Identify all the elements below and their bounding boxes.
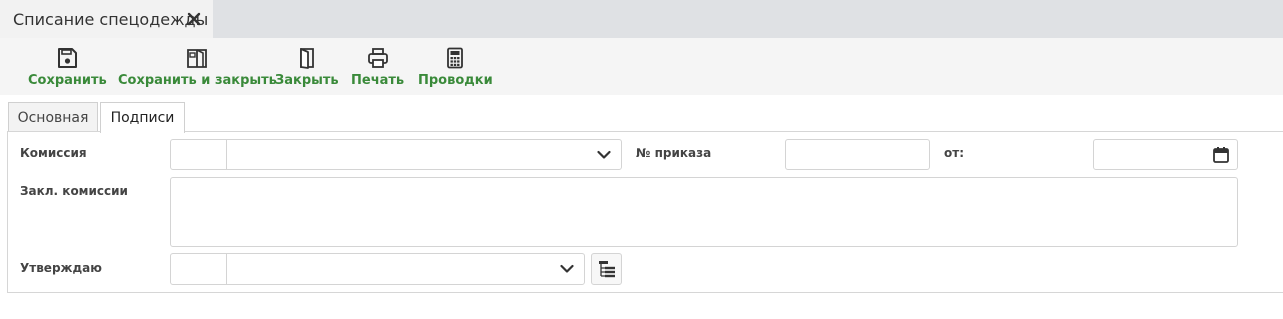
tree-icon — [599, 261, 615, 278]
document-tab[interactable]: Списание спецодежды — [0, 0, 213, 38]
save-and-close-icon — [187, 49, 208, 68]
print-button[interactable]: Печать — [351, 38, 404, 95]
document-tab-title: Списание спецодежды — [13, 9, 209, 29]
commission-label: Комиссия — [20, 146, 87, 160]
commission-code-input[interactable] — [171, 140, 227, 169]
approve-label: Утверждаю — [20, 261, 102, 275]
order-date-label: от: — [944, 146, 964, 160]
approve-code-input[interactable] — [171, 254, 227, 284]
order-number-input[interactable] — [785, 139, 930, 170]
tree-select-button[interactable] — [591, 253, 622, 285]
calculator-icon — [447, 47, 464, 69]
save-label: Сохранить — [28, 73, 107, 88]
document-tabbar: Списание спецодежды — [0, 0, 1283, 38]
order-number-label: № приказа — [636, 146, 712, 160]
save-and-close-label: Сохранить и закрыть — [118, 73, 277, 88]
conclusion-label: Закл. комиссии — [20, 184, 128, 198]
chevron-down-icon[interactable] — [560, 264, 574, 274]
order-date-input[interactable] — [1093, 139, 1238, 170]
conclusion-textarea[interactable] — [170, 177, 1238, 247]
close-label: Закрыть — [275, 73, 339, 88]
commission-combo[interactable] — [170, 139, 622, 170]
postings-label: Проводки — [418, 73, 493, 88]
toolbar: Сохранить Сохранить и закрыть Закрыть Пе… — [0, 38, 1283, 95]
tab-main[interactable]: Основная — [8, 102, 98, 132]
calendar-icon[interactable] — [1213, 146, 1229, 163]
printer-icon — [367, 48, 388, 68]
chevron-down-icon[interactable] — [597, 150, 611, 159]
save-and-close-button[interactable]: Сохранить и закрыть — [118, 38, 277, 95]
postings-button[interactable]: Проводки — [418, 38, 493, 95]
close-button[interactable]: Закрыть — [275, 38, 339, 95]
tab-signatures[interactable]: Подписи — [100, 102, 185, 133]
door-icon — [299, 48, 314, 69]
print-label: Печать — [351, 73, 405, 88]
close-icon[interactable] — [186, 11, 202, 27]
save-button[interactable]: Сохранить — [28, 38, 107, 95]
approve-combo[interactable] — [170, 253, 585, 285]
save-icon — [58, 48, 78, 68]
